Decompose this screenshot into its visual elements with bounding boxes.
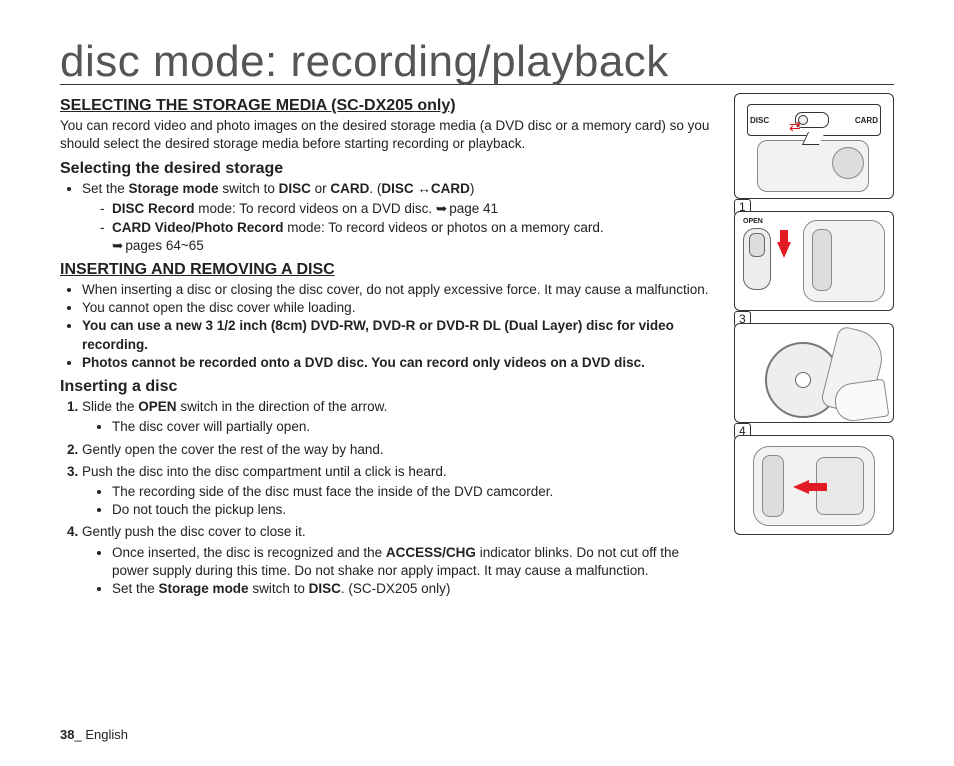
figure-close-cover xyxy=(734,435,894,535)
intro-text: You can record video and photo images on… xyxy=(60,117,716,152)
subheading-selecting-storage: Selecting the desired storage xyxy=(60,160,716,178)
bullet-disc-types: You can use a new 3 1/2 inch (8cm) DVD-R… xyxy=(82,317,716,353)
step-2: Gently open the cover the rest of the wa… xyxy=(82,441,716,459)
step-1: Slide the OPEN switch in the direction o… xyxy=(82,398,716,436)
step-4-sub2: Set the Storage mode switch to DISC. (SC… xyxy=(112,580,716,598)
double-arrow-icon: ⇄ xyxy=(789,118,801,135)
open-switch-icon xyxy=(743,228,771,290)
step-3-sub1: The recording side of the disc must face… xyxy=(112,483,716,501)
subbullet-card-record: CARD Video/Photo Record mode: To record … xyxy=(112,219,716,255)
heading-inserting-removing: INSERTING AND REMOVING A DISC xyxy=(60,261,716,279)
step-3: Push the disc into the disc compartment … xyxy=(82,463,716,520)
camcorder-side-illustration xyxy=(803,220,885,302)
step-4: Gently push the disc cover to close it. … xyxy=(82,523,716,598)
bullet-force-warning: When inserting a disc or closing the dis… xyxy=(82,281,716,299)
figure-storage-switch: DISC CARD ⇄ xyxy=(734,93,894,199)
switch-label-card: CARD xyxy=(855,116,878,125)
heading-selecting-media: SELECTING THE STORAGE MEDIA (SC-DX205 on… xyxy=(60,97,716,115)
subheading-inserting-disc: Inserting a disc xyxy=(60,378,716,396)
step-1-sub: The disc cover will partially open. xyxy=(112,418,716,436)
ref-icon xyxy=(112,238,125,253)
left-arrow-icon xyxy=(793,480,809,494)
down-arrow-icon xyxy=(777,242,791,258)
step-3-sub2: Do not touch the pickup lens. xyxy=(112,501,716,519)
bullet-set-storage-mode: Set the Storage mode switch to DISC or C… xyxy=(82,180,716,255)
page-title: disc mode: recording/playback xyxy=(60,40,894,85)
step-4-sub1: Once inserted, the disc is recognized an… xyxy=(112,544,716,580)
subbullet-disc-record: DISC Record mode: To record videos on a … xyxy=(112,200,716,218)
camcorder-illustration xyxy=(757,140,869,192)
open-label: OPEN xyxy=(743,218,763,225)
figure-insert-disc xyxy=(734,323,894,423)
page-number: 38 xyxy=(60,727,74,742)
bullet-photos-warning: Photos cannot be recorded onto a DVD dis… xyxy=(82,354,716,372)
figure-open-switch: OPEN xyxy=(734,211,894,311)
ref-icon xyxy=(436,201,449,216)
page-footer: 38_ English xyxy=(60,727,128,742)
switch-label-disc: DISC xyxy=(750,116,769,125)
bullet-cannot-open: You cannot open the disc cover while loa… xyxy=(82,299,716,317)
page-language: English xyxy=(85,727,128,742)
